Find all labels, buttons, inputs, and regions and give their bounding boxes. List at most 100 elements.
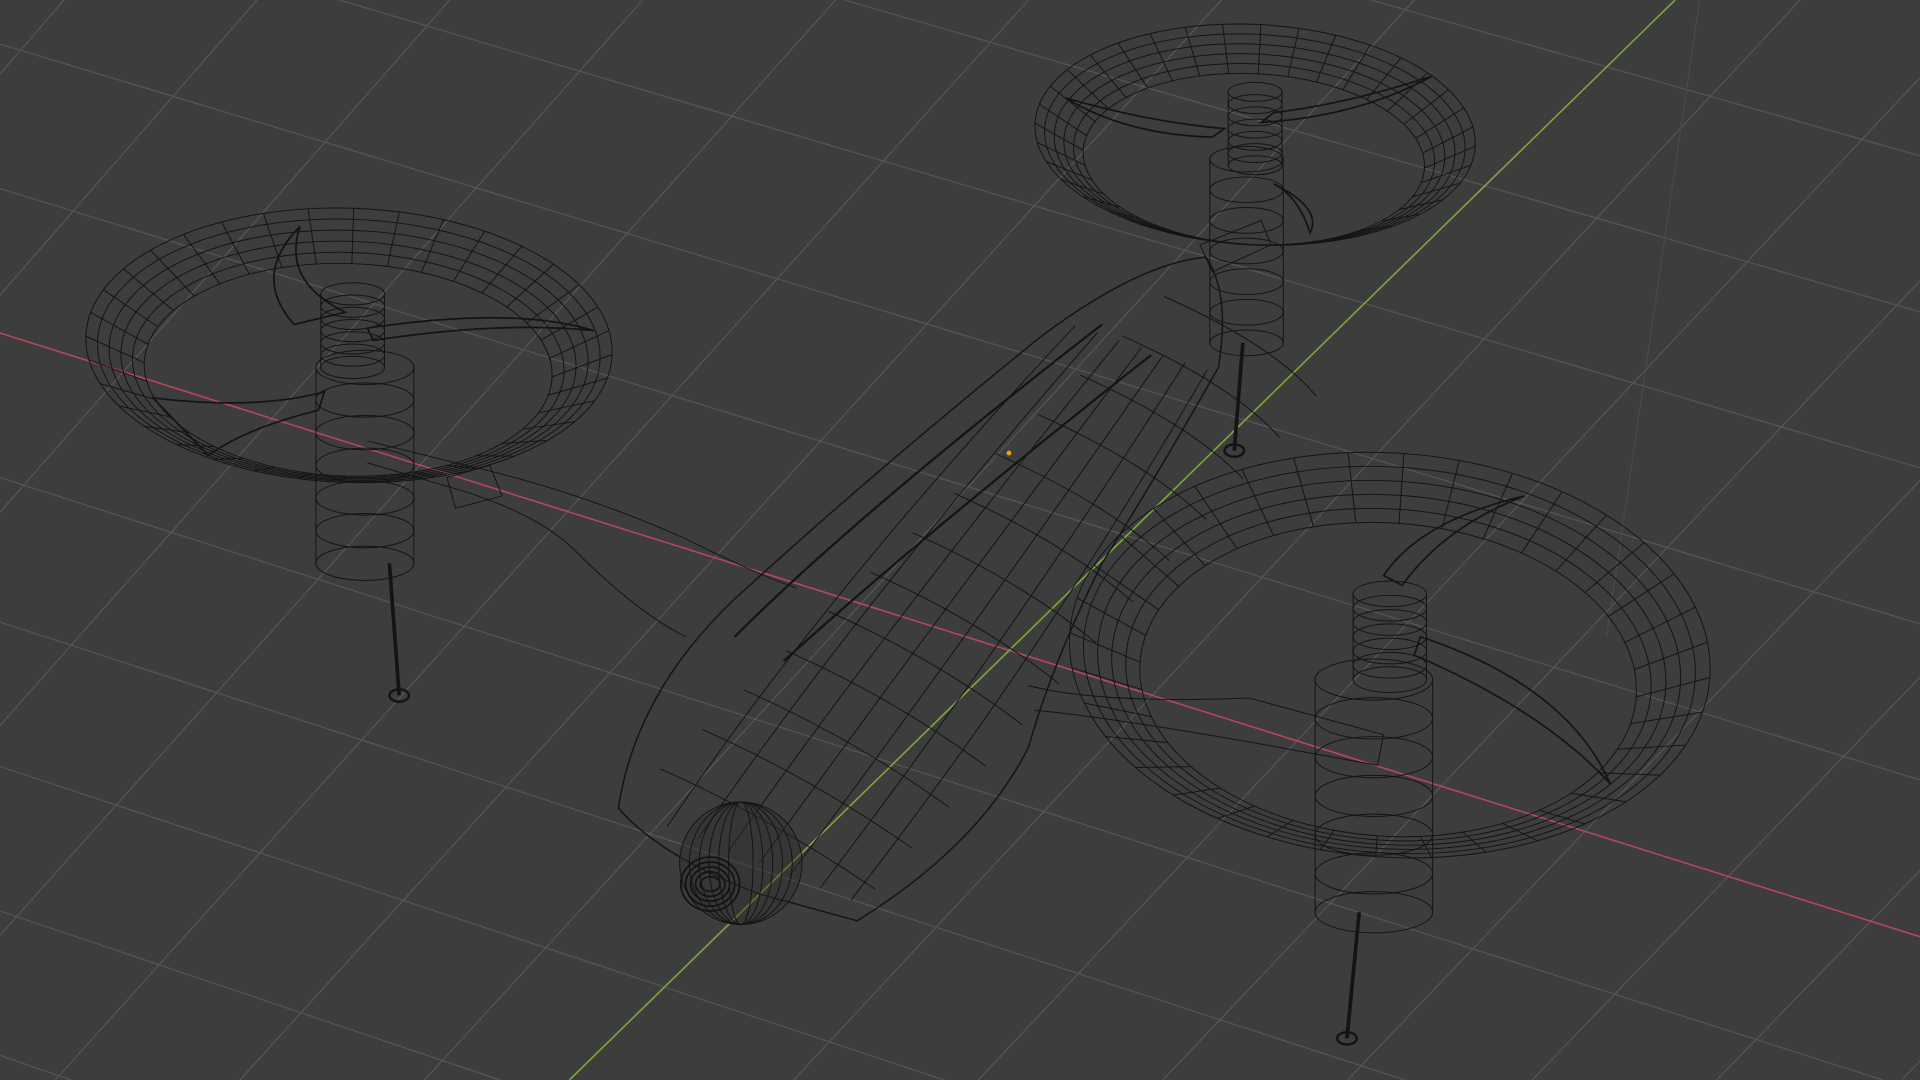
fuselage-stringer bbox=[728, 340, 1120, 852]
grid-line bbox=[0, 765, 945, 1080]
motor-loop bbox=[1352, 580, 1428, 608]
grid-line bbox=[1531, 676, 1920, 1080]
ring-segment bbox=[506, 263, 554, 308]
ring-segment bbox=[1222, 24, 1230, 74]
camera-gimbal bbox=[679, 801, 803, 925]
object-origin-dot bbox=[1006, 450, 1012, 456]
grid-line bbox=[0, 0, 65, 75]
grid-line bbox=[0, 910, 501, 1080]
ring-segment bbox=[1072, 667, 1143, 691]
grid-line bbox=[1370, 0, 1920, 157]
ring-segment bbox=[551, 354, 613, 378]
motor-front-right-top bbox=[1352, 580, 1428, 693]
ring-segment bbox=[1211, 240, 1220, 243]
drone-wireframe[interactable] bbox=[81, 13, 1724, 1046]
grid-line bbox=[1900, 1060, 1920, 1080]
ring-segment bbox=[307, 208, 317, 265]
ring-segment bbox=[90, 312, 149, 345]
motor-loop bbox=[1352, 609, 1428, 636]
motor-loop bbox=[320, 306, 385, 330]
ring-segment bbox=[1287, 28, 1300, 77]
motor-front-right bbox=[1314, 658, 1434, 934]
grid-line bbox=[1347, 480, 1920, 1080]
grid-line bbox=[0, 476, 1883, 1080]
ring-loop bbox=[1068, 451, 1711, 859]
grid-line bbox=[0, 0, 837, 936]
grid-line bbox=[1162, 280, 1920, 1080]
ring-segment bbox=[1635, 677, 1710, 698]
arm-booms bbox=[367, 219, 1385, 766]
landing-leg bbox=[387, 563, 411, 703]
ring-segment bbox=[548, 377, 608, 396]
motor-loop bbox=[320, 282, 385, 306]
motor-loop bbox=[315, 415, 415, 451]
grid-line bbox=[0, 187, 1920, 781]
ring-segment bbox=[1069, 632, 1141, 663]
motor-loop bbox=[1209, 268, 1284, 295]
ring-loop bbox=[85, 207, 613, 484]
grid-line bbox=[793, 0, 1801, 1080]
ring-segment bbox=[386, 211, 400, 267]
3d-viewport[interactable] bbox=[0, 0, 1920, 1080]
ring-segment bbox=[1584, 542, 1645, 593]
fuselage-stringer bbox=[758, 347, 1142, 864]
rotor-ring-front-right bbox=[1068, 451, 1711, 859]
grid-line bbox=[54, 0, 1029, 1080]
ring-segment bbox=[150, 249, 195, 297]
ring-segment bbox=[1034, 122, 1084, 151]
rotor-ring-front-left bbox=[85, 207, 613, 484]
motor-loop bbox=[1227, 94, 1283, 115]
grid-line bbox=[0, 0, 258, 296]
motor-loop bbox=[320, 294, 385, 318]
motor-loop bbox=[1227, 118, 1283, 139]
ring-segment bbox=[1398, 453, 1405, 524]
motor-loop bbox=[315, 512, 415, 549]
ring-segment bbox=[1617, 744, 1686, 750]
motor-loop bbox=[1209, 207, 1284, 234]
motor-loop bbox=[315, 349, 415, 385]
fuselage-section bbox=[828, 610, 1023, 726]
ring-loop bbox=[108, 229, 589, 481]
motor-loop bbox=[1227, 81, 1283, 102]
ring-segment bbox=[351, 208, 355, 264]
motor-loop bbox=[1227, 106, 1283, 127]
ring-segment bbox=[1037, 142, 1086, 166]
motor-loop bbox=[1314, 658, 1434, 701]
grid-line bbox=[339, 0, 1920, 469]
z-axis-faint-line bbox=[1605, 0, 1701, 637]
motor-loop bbox=[315, 382, 415, 418]
ring-segment bbox=[526, 284, 580, 324]
motor-loop bbox=[320, 318, 385, 343]
ring-segment bbox=[1403, 89, 1449, 125]
leg-rod bbox=[387, 563, 402, 696]
motor-loop bbox=[1209, 176, 1284, 204]
blade bbox=[1413, 635, 1611, 785]
grid-line bbox=[0, 1054, 72, 1080]
blade bbox=[1273, 182, 1314, 235]
ring-segment bbox=[1634, 641, 1708, 670]
ring-segment bbox=[103, 289, 159, 328]
motor-loop bbox=[315, 545, 415, 581]
rotor-ring-rear-right bbox=[1034, 23, 1476, 246]
motor-loop bbox=[315, 480, 415, 516]
ring-segment bbox=[1135, 766, 1192, 769]
ring-segment bbox=[183, 234, 221, 285]
ring-segment bbox=[176, 443, 215, 448]
motor-loop bbox=[1314, 891, 1434, 934]
fuselage-section bbox=[1121, 335, 1280, 438]
landing-leg bbox=[1335, 912, 1362, 1046]
ring-segment bbox=[1084, 702, 1152, 718]
motor-loop bbox=[1352, 666, 1428, 693]
fuselage-stringer bbox=[666, 325, 1076, 827]
ring-segment bbox=[1293, 457, 1314, 527]
grid-line bbox=[1716, 870, 1920, 1080]
grid-line bbox=[977, 77, 1920, 1080]
ring-segment bbox=[1061, 179, 1105, 195]
x-axis-line bbox=[0, 332, 1920, 938]
viewport-canvas[interactable] bbox=[0, 0, 1920, 1080]
ring-segment bbox=[1184, 27, 1201, 77]
ring-segment bbox=[1105, 736, 1168, 744]
fuselage-section bbox=[786, 650, 987, 767]
camera-sphere bbox=[679, 801, 803, 925]
fuselage-section bbox=[1037, 414, 1207, 520]
